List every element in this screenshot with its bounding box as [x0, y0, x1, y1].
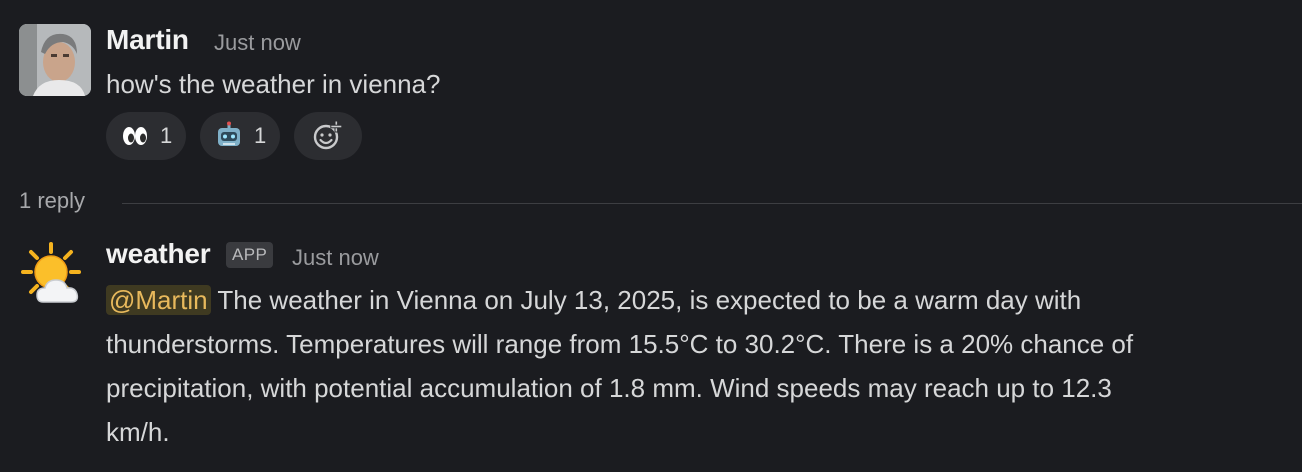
reaction-count: 1 [254, 123, 267, 148]
timestamp[interactable]: Just now [292, 245, 379, 271]
sun-behind-cloud-icon [21, 242, 81, 303]
app-badge: APP [226, 242, 274, 268]
reaction-robot[interactable]: 1 [200, 112, 281, 160]
thread-replies[interactable]: 1 reply [0, 188, 1302, 220]
author-name[interactable]: Martin [106, 24, 189, 56]
message-text: how's the weather in vienna? [106, 69, 441, 99]
reply-text-line-1: @Martin The weather in Vienna on July 13… [106, 278, 1081, 322]
robot-emoji-icon [214, 121, 244, 151]
add-emoji-icon [313, 120, 343, 150]
reply-text-line-4: km/h. [106, 417, 170, 447]
eyes-emoji-icon [120, 121, 150, 151]
reply-text-line-3: precipitation, with potential accumulati… [106, 373, 1112, 403]
reply-text-segment: The weather in Vienna on July 13, 2025, … [217, 285, 1082, 315]
add-reaction-button[interactable] [294, 112, 362, 160]
author-name[interactable]: weather [106, 238, 211, 270]
reaction-count: 1 [160, 123, 173, 148]
user-mention[interactable]: @Martin [106, 285, 211, 315]
user-photo-icon [19, 24, 91, 96]
reply-text-line-2: thunderstorms. Temperatures will range f… [106, 329, 1134, 359]
divider [122, 203, 1302, 204]
reply-count[interactable]: 1 reply [19, 188, 85, 214]
avatar[interactable] [19, 24, 91, 96]
timestamp[interactable]: Just now [214, 30, 301, 56]
reaction-eyes[interactable]: 1 [106, 112, 187, 160]
avatar[interactable] [19, 240, 91, 312]
